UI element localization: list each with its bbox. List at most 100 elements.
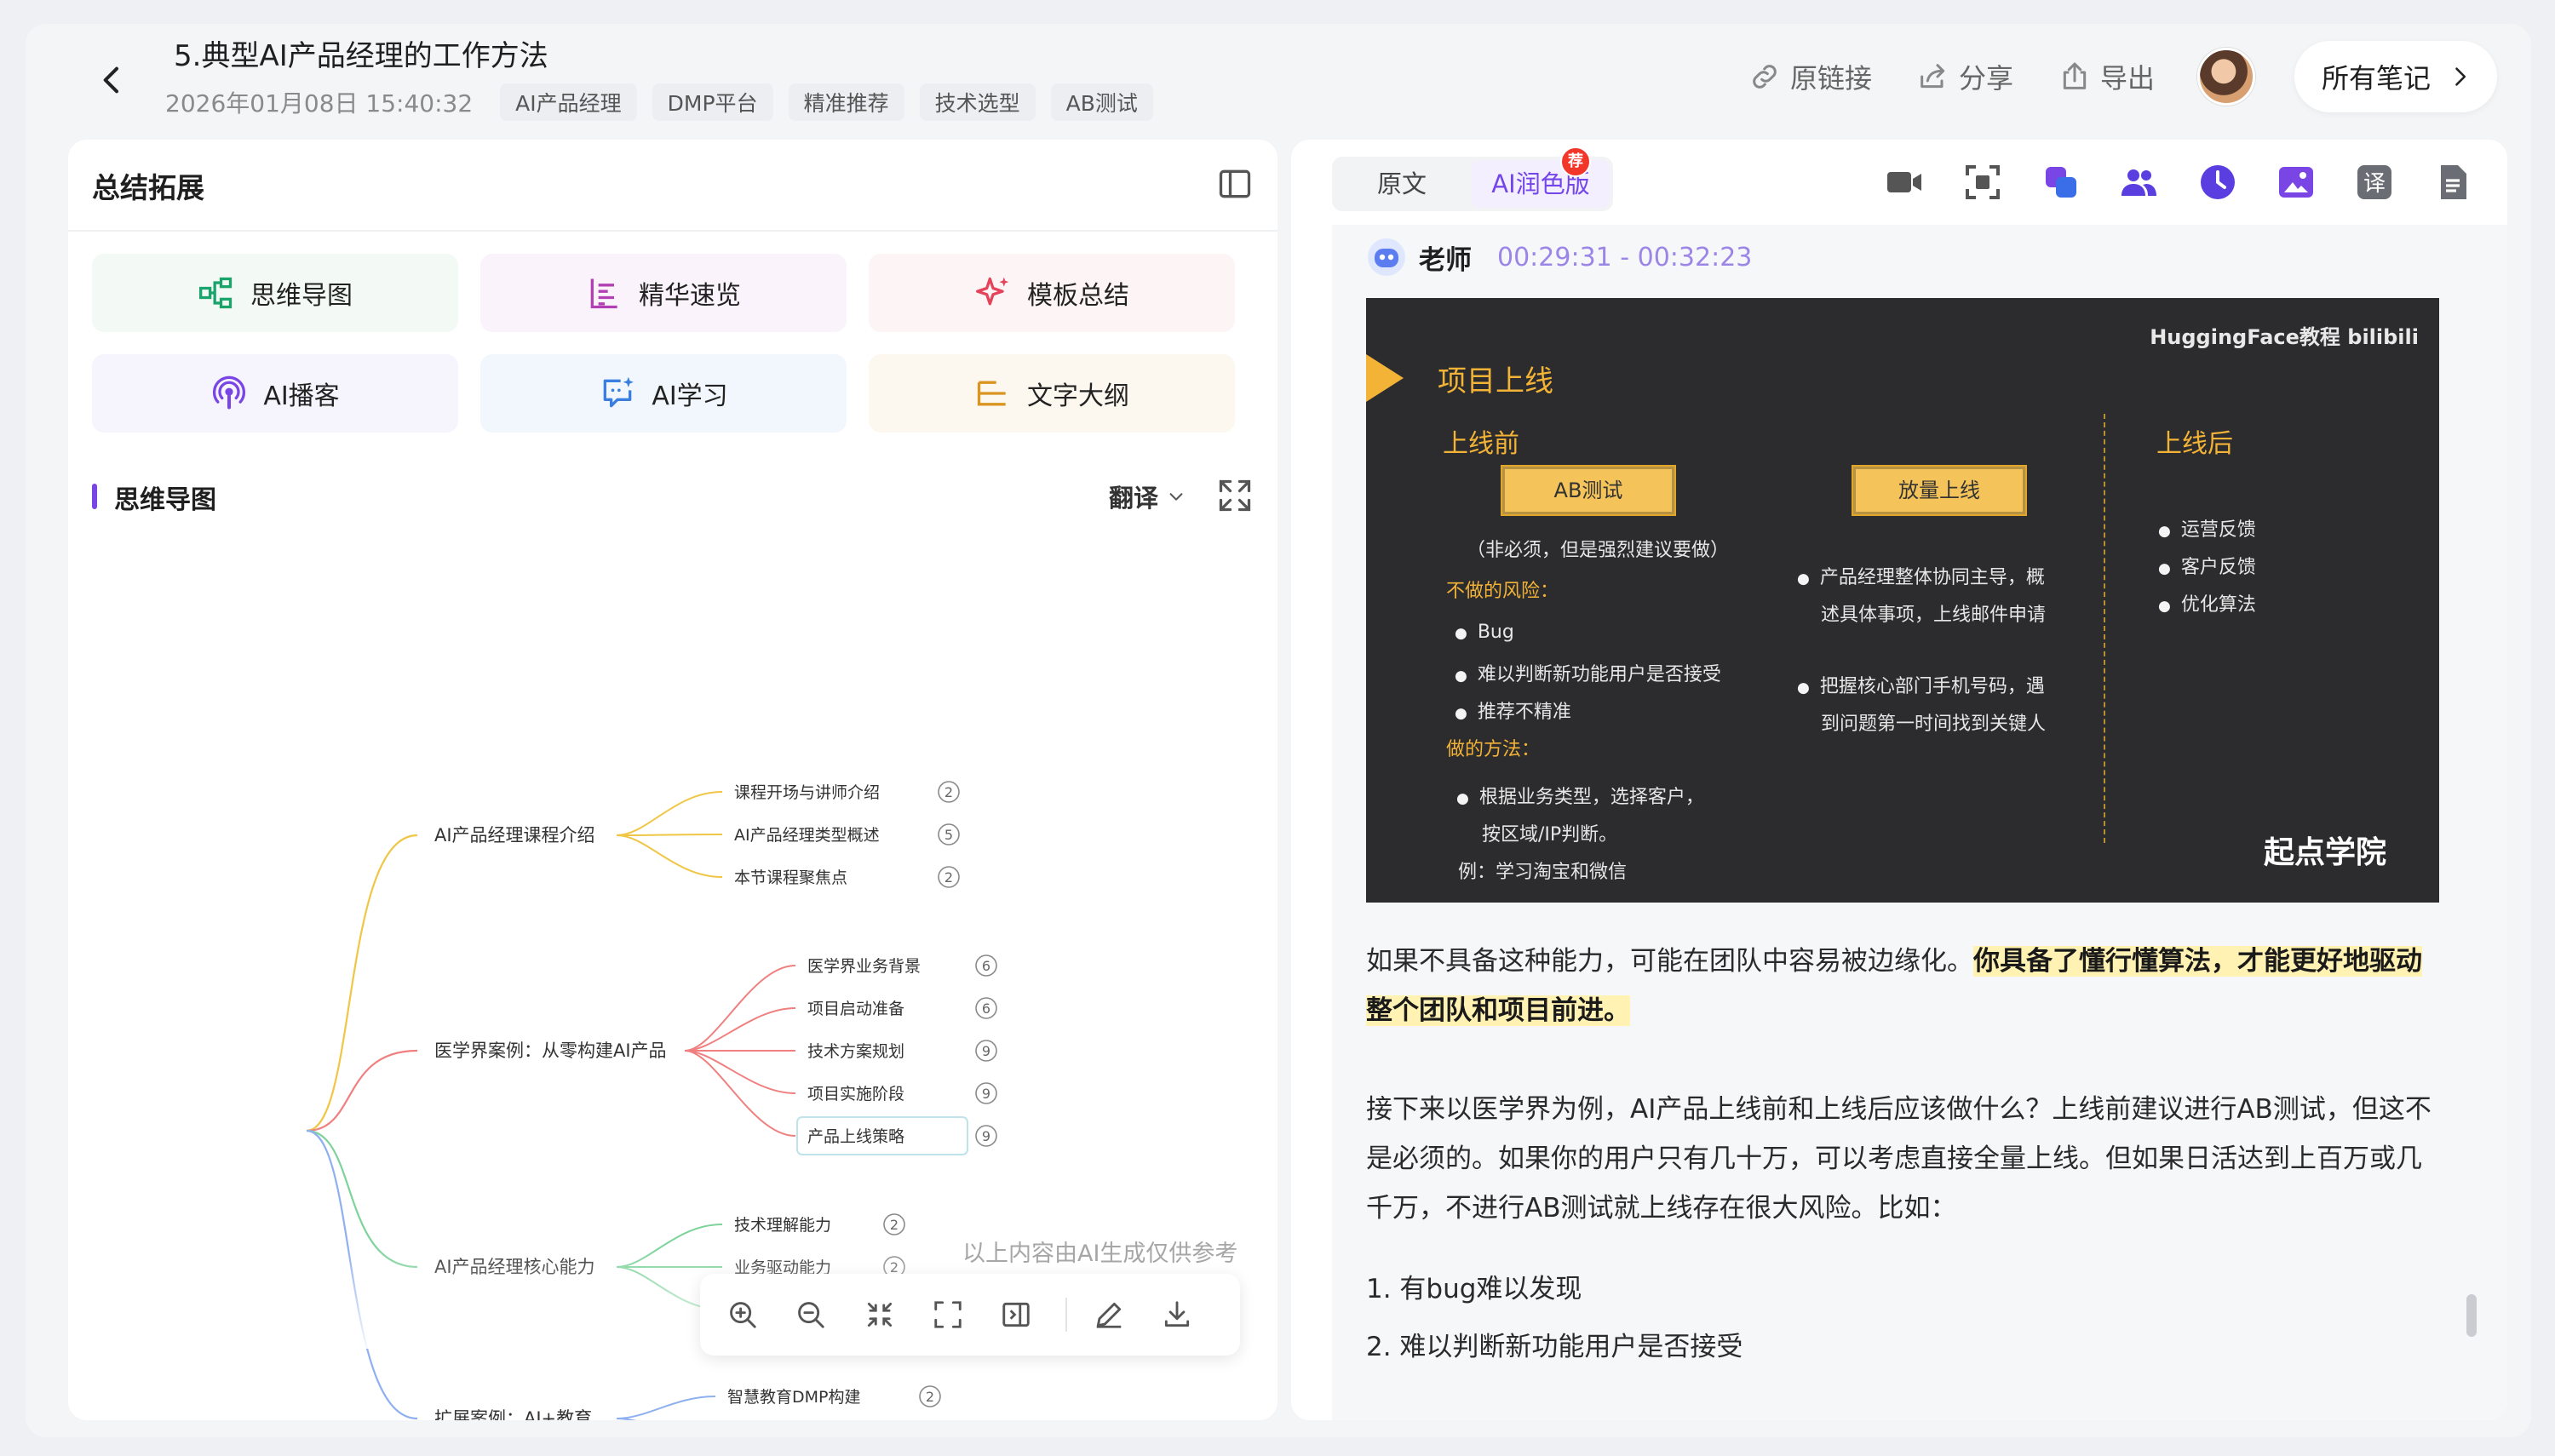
all-notes-button[interactable]: 所有笔记 (2294, 41, 2497, 112)
mindmap-child-node[interactable]: 医学界业务背景 (807, 957, 921, 976)
document-icon[interactable] (2432, 162, 2473, 203)
tool-ai-learning[interactable]: AI学习 (480, 354, 847, 433)
ai-disclaimer: 以上内容由AI生成仅供参考 (962, 1241, 1238, 1267)
tool-mindmap[interactable]: 思维导图 (92, 254, 458, 332)
user-avatar[interactable] (2196, 48, 2255, 106)
tag[interactable]: AB测试 (1050, 83, 1153, 121)
mindmap-child-node[interactable]: 项目实施阶段 (807, 1085, 904, 1103)
tool-text-outline[interactable]: 文字大纲 (869, 354, 1235, 433)
mindmap-child-node[interactable]: 智慧教育DMP构建 (727, 1388, 860, 1407)
chevron-left-icon (103, 66, 118, 94)
mindmap-child-node[interactable]: 本节课程聚焦点 (734, 868, 847, 887)
header-actions: 原链接 分享 导出 所有笔记 (1703, 37, 2497, 116)
slide-image[interactable]: HuggingFace教程 bilibili 项目上线 上线前 上线后 AB测试… (1366, 298, 2439, 903)
chat-sparkle-icon (603, 376, 634, 408)
collapse-all-button[interactable] (856, 1290, 904, 1339)
clock-icon[interactable] (2197, 162, 2238, 203)
screenshot-icon[interactable] (1962, 162, 2003, 203)
transcript-content[interactable]: 老师 00:29:31 - 00:32:23 HuggingFace教程 bil… (1332, 225, 2507, 1420)
slide-mid-line: 到问题第一时间找到关键人 (1821, 714, 2047, 735)
collapse-icon (867, 1302, 892, 1327)
mindmap-child-node[interactable]: 技术方案规划 (807, 1042, 904, 1061)
list-icon (590, 278, 617, 309)
slide-note: （非必须，但是强烈建议要做） (1467, 540, 1730, 561)
summary-panel: 总结拓展 思维导图 精华速览 模板总结 AI播客 AI学习 文字大纲 思维导图 … (68, 140, 1278, 1420)
layout-button[interactable] (992, 1290, 1040, 1339)
mindmap-branch-node[interactable]: AI产品经理课程介绍 (434, 825, 595, 846)
tag[interactable]: 技术选型 (919, 83, 1036, 121)
mindmap-count-text: 9 (982, 1128, 990, 1144)
note-meta: 2026年01月08日 15:40:32 AI产品经理 DMP平台 精准推荐 技… (165, 83, 1153, 121)
mindmap-count-text: 6 (982, 958, 990, 974)
mindmap-child-node[interactable]: AI产品经理类型概述 (734, 826, 880, 845)
speaker-timestamp[interactable]: 00:29:31 - 00:32:23 (1497, 243, 1752, 272)
tool-template-summary[interactable]: 模板总结 (869, 254, 1235, 332)
slide-method-example: 例：学习淘宝和微信 (1458, 862, 1628, 883)
slide-after-item: 客户反馈 (2158, 552, 2256, 579)
sidebar-toggle-icon[interactable] (1216, 165, 1254, 203)
share-button[interactable]: 分享 (1916, 57, 2013, 96)
link-icon (1753, 65, 1777, 89)
mindmap-branch-node[interactable]: 扩展案例：AI+教育 (434, 1408, 592, 1420)
mindmap-branch-link (616, 834, 723, 878)
slide-method-item: 根据业务类型，选择客户， (1456, 782, 1704, 809)
slide-title: 项目上线 (1438, 364, 1553, 398)
zoom-out-button[interactable] (787, 1290, 835, 1339)
copy-icon[interactable] (2041, 162, 2081, 203)
image-icon[interactable] (2276, 162, 2317, 203)
slide-mid-item: 把握核心部门手机号码，遇 (1797, 671, 2045, 698)
note-date: 2026年01月08日 15:40:32 (165, 89, 474, 118)
share-icon (1921, 64, 1945, 89)
tool-grid: 思维导图 精华速览 模板总结 AI播客 AI学习 文字大纲 (92, 254, 1235, 433)
tag[interactable]: 精准推荐 (788, 83, 904, 121)
fit-view-button[interactable] (924, 1290, 972, 1339)
tab-original[interactable]: 原文 (1335, 160, 1468, 208)
mindmap-child-node[interactable]: 项目启动准备 (807, 1000, 904, 1018)
mindmap-branch-link (684, 965, 796, 1052)
mindmap-count-text: 2 (890, 1217, 899, 1233)
speaker-row: 老师 00:29:31 - 00:32:23 (1366, 237, 1752, 278)
edit-button[interactable] (1084, 1290, 1132, 1339)
download-button[interactable] (1153, 1290, 1201, 1339)
mindmap-branch-link (616, 834, 723, 836)
list-item: 2. 难以判断新功能用户是否接受 (1366, 1332, 1743, 1362)
mindmap-branch-link (616, 1224, 723, 1268)
sparkle-icon (976, 277, 1009, 306)
summary-panel-title: 总结拓展 (92, 171, 204, 204)
content-toolbar: 译 (1884, 162, 2473, 203)
mindmap-child-node[interactable]: 产品上线策略 (807, 1127, 904, 1146)
tool-ai-podcast[interactable]: AI播客 (92, 354, 458, 433)
mindmap-child-node[interactable]: 技术理解能力 (734, 1216, 831, 1235)
tool-highlights[interactable]: 精华速览 (480, 254, 847, 332)
zoom-out-icon (798, 1302, 825, 1328)
translate-icon[interactable]: 译 (2354, 162, 2395, 203)
mindmap-branch-node[interactable]: 医学界案例：从零构建AI产品 (434, 1040, 667, 1061)
fit-view-icon (934, 1301, 962, 1328)
fullscreen-icon[interactable] (1216, 477, 1254, 514)
mindmap-child-node[interactable]: 课程开场与讲师介绍 (734, 783, 880, 802)
recommend-badge: 荐 (1560, 146, 1591, 177)
tag[interactable]: DMP平台 (652, 83, 773, 121)
scrollbar-thumb[interactable] (2466, 1294, 2477, 1337)
tag[interactable]: AI产品经理 (500, 83, 637, 121)
podcast-icon (213, 375, 246, 410)
zoom-in-button[interactable] (719, 1290, 766, 1339)
note-title: 5.典型AI产品经理的工作方法 (174, 39, 548, 73)
export-button[interactable]: 导出 (2058, 57, 2155, 96)
original-link-button[interactable]: 原链接 (1748, 57, 1872, 96)
speaker-name: 老师 (1419, 244, 1472, 276)
users-icon[interactable] (2119, 162, 2160, 203)
mindmap-count-text: 6 (982, 1000, 990, 1017)
slide-mid-line: 述具体事项，上线邮件申请 (1821, 605, 2047, 626)
mindmap-branch-node[interactable]: AI产品经理核心能力 (434, 1257, 595, 1277)
list-item: 1. 有bug难以发现 (1366, 1274, 1582, 1304)
mindmap-root-link (306, 1129, 418, 1420)
translate-dropdown[interactable]: 翻译 (1109, 479, 1186, 514)
back-button[interactable] (82, 49, 143, 111)
mindmap-branch-link (616, 1396, 716, 1419)
mindmap-count-text: 2 (944, 784, 953, 800)
video-icon[interactable] (1884, 162, 1925, 203)
slide-box-ab: AB测试 (1501, 465, 1676, 516)
slide-before-label: 上线前 (1443, 429, 1519, 459)
mindmap-count-text: 9 (982, 1086, 990, 1102)
